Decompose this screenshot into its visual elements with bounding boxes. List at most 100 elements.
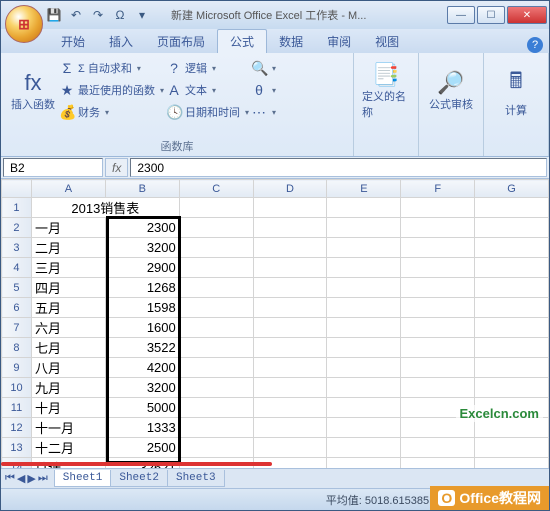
- col-header[interactable]: D: [253, 180, 327, 198]
- cell[interactable]: [475, 338, 549, 358]
- cell[interactable]: 1598: [105, 298, 179, 318]
- cell[interactable]: [253, 218, 327, 238]
- row-header[interactable]: 4: [2, 258, 32, 278]
- cell[interactable]: 六月: [31, 318, 105, 338]
- cell[interactable]: [179, 278, 253, 298]
- spreadsheet-grid[interactable]: A B C D E F G 12013销售表 2 一月 2300 3 二月 32…: [1, 179, 549, 468]
- row-header[interactable]: 6: [2, 298, 32, 318]
- cell[interactable]: [475, 378, 549, 398]
- cell[interactable]: [401, 218, 475, 238]
- row-header[interactable]: 11: [2, 398, 32, 418]
- office-button[interactable]: ⊞: [5, 5, 43, 43]
- cell[interactable]: [179, 358, 253, 378]
- sheet-tab[interactable]: Sheet3: [167, 470, 225, 487]
- cell[interactable]: 2900: [105, 258, 179, 278]
- cell[interactable]: [401, 358, 475, 378]
- row-header[interactable]: 12: [2, 418, 32, 438]
- cell[interactable]: [401, 318, 475, 338]
- cell[interactable]: [179, 298, 253, 318]
- cell[interactable]: [475, 458, 549, 469]
- cell[interactable]: [253, 198, 327, 218]
- tab-review[interactable]: 审阅: [315, 30, 363, 53]
- row-header[interactable]: 9: [2, 358, 32, 378]
- col-header[interactable]: B: [105, 180, 179, 198]
- math-button[interactable]: θ▾: [251, 79, 276, 101]
- defined-names-button[interactable]: 📑 定义的名称: [362, 57, 410, 125]
- row-header[interactable]: 7: [2, 318, 32, 338]
- col-header[interactable]: G: [475, 180, 549, 198]
- row-header[interactable]: 5: [2, 278, 32, 298]
- row-header[interactable]: 3: [2, 238, 32, 258]
- datetime-button[interactable]: 🕓日期和时间▾: [166, 101, 249, 123]
- minimize-button[interactable]: —: [447, 6, 475, 24]
- cell[interactable]: 十一月: [31, 418, 105, 438]
- sheet-tab[interactable]: Sheet1: [54, 470, 112, 487]
- cell[interactable]: [327, 298, 401, 318]
- cell[interactable]: 3522: [105, 338, 179, 358]
- help-icon[interactable]: ?: [527, 37, 543, 53]
- cell[interactable]: 1268: [105, 278, 179, 298]
- formula-bar[interactable]: 2300: [130, 158, 547, 177]
- cell[interactable]: [475, 438, 549, 458]
- cell[interactable]: [179, 418, 253, 438]
- save-icon[interactable]: 💾: [45, 6, 63, 24]
- lookup-button[interactable]: 🔍▾: [251, 57, 276, 79]
- cell[interactable]: [179, 398, 253, 418]
- col-header[interactable]: C: [179, 180, 253, 198]
- cell[interactable]: 十二月: [31, 438, 105, 458]
- maximize-button[interactable]: ☐: [477, 6, 505, 24]
- select-all-corner[interactable]: [2, 180, 32, 198]
- cell[interactable]: [253, 278, 327, 298]
- recent-functions-button[interactable]: ★最近使用的函数▾: [59, 79, 164, 101]
- close-button[interactable]: ✕: [507, 6, 547, 24]
- cell[interactable]: [401, 198, 475, 218]
- cell[interactable]: [475, 278, 549, 298]
- cell[interactable]: [401, 298, 475, 318]
- row-header[interactable]: 1: [2, 198, 32, 218]
- cell[interactable]: 十月: [31, 398, 105, 418]
- cell[interactable]: 3200: [105, 238, 179, 258]
- sheet-nav-first-icon[interactable]: ⏮: [5, 472, 15, 485]
- sheet-nav-last-icon[interactable]: ⏭: [38, 472, 48, 485]
- row-header[interactable]: 8: [2, 338, 32, 358]
- cell[interactable]: 1600: [105, 318, 179, 338]
- cell[interactable]: [179, 378, 253, 398]
- cell[interactable]: [327, 358, 401, 378]
- cell[interactable]: [179, 258, 253, 278]
- cell[interactable]: 三月: [31, 258, 105, 278]
- cell[interactable]: 4200: [105, 358, 179, 378]
- cell[interactable]: [253, 338, 327, 358]
- cell[interactable]: [327, 338, 401, 358]
- cell[interactable]: [253, 258, 327, 278]
- cell[interactable]: [401, 338, 475, 358]
- cell[interactable]: [253, 398, 327, 418]
- cell[interactable]: [327, 378, 401, 398]
- cell[interactable]: [327, 458, 401, 469]
- cell[interactable]: 2013销售表: [31, 198, 179, 218]
- cell[interactable]: [253, 298, 327, 318]
- cell[interactable]: [327, 238, 401, 258]
- cell[interactable]: [401, 438, 475, 458]
- cell[interactable]: [401, 378, 475, 398]
- more-functions-button[interactable]: ⋯▾: [251, 101, 276, 123]
- row-header[interactable]: 13: [2, 438, 32, 458]
- cell[interactable]: [253, 378, 327, 398]
- redo-icon[interactable]: ↷: [89, 6, 107, 24]
- tab-insert[interactable]: 插入: [97, 30, 145, 53]
- cell[interactable]: [253, 358, 327, 378]
- cell[interactable]: [401, 258, 475, 278]
- tab-home[interactable]: 开始: [49, 30, 97, 53]
- col-header[interactable]: F: [401, 180, 475, 198]
- name-box[interactable]: B2: [3, 158, 103, 177]
- cell[interactable]: [253, 438, 327, 458]
- cell[interactable]: 二月: [31, 238, 105, 258]
- cell[interactable]: 一月: [31, 218, 105, 238]
- cell[interactable]: [401, 278, 475, 298]
- cell[interactable]: [327, 198, 401, 218]
- cell[interactable]: [475, 238, 549, 258]
- cell[interactable]: 1333: [105, 418, 179, 438]
- cell[interactable]: [179, 218, 253, 238]
- omega-icon[interactable]: Ω: [111, 6, 129, 24]
- cell[interactable]: [179, 438, 253, 458]
- text-functions-button[interactable]: A文本▾: [166, 79, 249, 101]
